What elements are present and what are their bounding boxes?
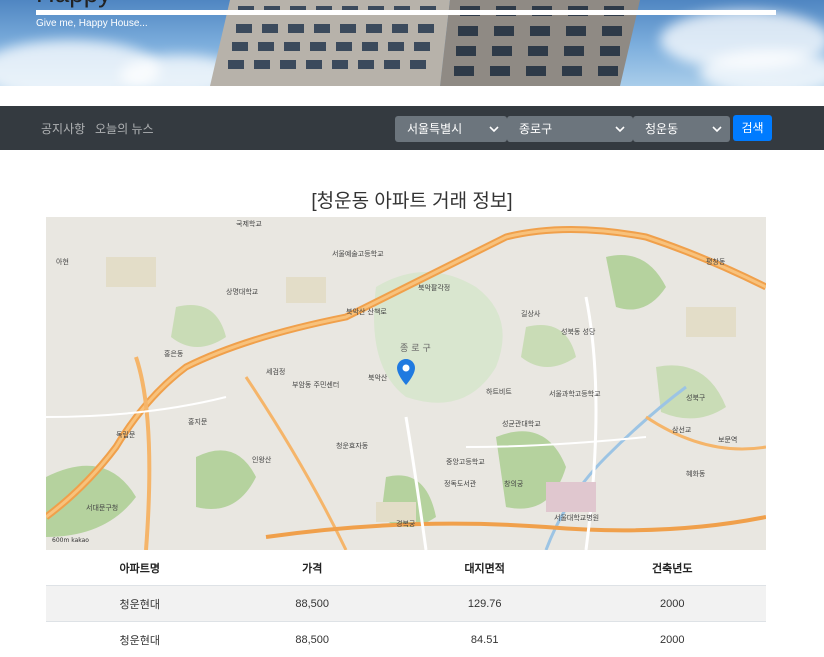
map-district-label: 종로구 <box>400 341 434 354</box>
page-title: [청운동 아파트 거래 정보] <box>0 186 824 213</box>
map-view[interactable]: 종로구 국제학교 서울예술고등학교 북악팔각정 길상사 성북동 성당 북악산 부… <box>46 217 766 550</box>
column-header-apt-name: 아파트명 <box>46 550 234 586</box>
district-select-value: 종로구 <box>519 122 552 136</box>
map-place-label: 평창동 <box>706 257 725 267</box>
map-place-label: 성균관대학교 <box>502 419 541 429</box>
city-select-value: 서울특별시 <box>407 122 462 136</box>
map-place-label: 국제학교 <box>236 219 262 229</box>
cell-build-year: 2000 <box>578 622 766 657</box>
cell-apt-name: 청운현대 <box>46 586 234 622</box>
apartment-deal-table: 아파트명 가격 대지면적 건축년도 청운현대 88,500 129.76 200… <box>46 550 766 657</box>
map-place-label: 혜화동 <box>686 469 705 479</box>
city-select[interactable]: 서울특별시 <box>395 116 507 142</box>
cell-land-area: 129.76 <box>391 586 579 622</box>
map-place-label: 독립문 <box>116 430 135 440</box>
map-place-label: 창의궁 <box>504 479 523 489</box>
map-place-label: 북악산 산책로 <box>346 307 387 317</box>
map-place-label: 성북구 <box>686 393 705 403</box>
hero-title: Happy <box>36 0 111 9</box>
cell-land-area: 84.51 <box>391 622 579 657</box>
map-place-label: 상명대학교 <box>226 287 258 297</box>
map-place-label: 경복궁 <box>396 519 415 529</box>
column-header-build-year: 건축년도 <box>578 550 766 586</box>
table-row[interactable]: 청운현대 88,500 129.76 2000 <box>46 586 766 622</box>
dong-select[interactable]: 청운동 <box>633 116 730 142</box>
map-place-label: 서울예술고등학교 <box>332 249 384 259</box>
nav-link-news[interactable]: 오늘의 뉴스 <box>95 120 154 137</box>
cell-price: 88,500 <box>234 586 391 622</box>
map-place-label: 북악산 <box>368 373 387 383</box>
district-select[interactable]: 종로구 <box>507 116 633 142</box>
cell-apt-name: 청운현대 <box>46 622 234 657</box>
map-scale-label: 600m <box>52 537 69 544</box>
nav-link-notice[interactable]: 공지사항 <box>41 120 85 137</box>
map-place-label: 성북동 성당 <box>561 327 595 337</box>
map-place-label: 아현 <box>56 257 69 267</box>
map-place-label: 서울대학교병원 <box>554 513 599 523</box>
map-place-label: 삼선교 <box>672 425 691 435</box>
map-place-label: 인왕산 <box>252 455 271 465</box>
hero-divider <box>36 10 776 15</box>
map-place-label: 북악팔각정 <box>418 283 450 293</box>
map-place-label: 하트비트 <box>486 387 512 397</box>
map-place-label: 길상사 <box>521 309 540 319</box>
hero-subtitle: Give me, Happy House... <box>36 18 148 29</box>
chevron-down-icon <box>615 124 625 134</box>
map-place-label: 정독도서관 <box>444 479 476 489</box>
map-place-label: 부암동 주민센터 <box>292 380 339 390</box>
map-place-label: 서울과학고등학교 <box>549 389 601 399</box>
column-header-land-area: 대지면적 <box>391 550 579 586</box>
map-place-label: 보문역 <box>718 435 737 445</box>
table-row[interactable]: 청운현대 88,500 84.51 2000 <box>46 622 766 657</box>
chevron-down-icon <box>712 124 722 134</box>
map-place-label: 중앙고등학교 <box>446 457 485 467</box>
map-pin-icon[interactable] <box>397 359 415 385</box>
map-place-label: 서대문구청 <box>86 503 118 513</box>
cell-price: 88,500 <box>234 622 391 657</box>
map-place-label: 청운효자동 <box>336 441 368 451</box>
search-button[interactable]: 검색 <box>733 115 772 141</box>
table-header-row: 아파트명 가격 대지면적 건축년도 <box>46 550 766 586</box>
hero-banner: Happy Give me, Happy House... <box>0 0 824 86</box>
cell-build-year: 2000 <box>578 586 766 622</box>
column-header-price: 가격 <box>234 550 391 586</box>
chevron-down-icon <box>489 124 499 134</box>
map-place-label: 홍은동 <box>164 349 183 359</box>
map-place-label: 세검정 <box>266 367 285 377</box>
navbar: 공지사항 오늘의 뉴스 서울특별시 종로구 청운동 <box>0 106 824 150</box>
dong-select-value: 청운동 <box>645 122 678 136</box>
map-provider-logo: kakao <box>71 537 89 544</box>
map-scale: 600m kakao <box>52 537 89 544</box>
map-place-label: 홍지문 <box>188 417 207 427</box>
